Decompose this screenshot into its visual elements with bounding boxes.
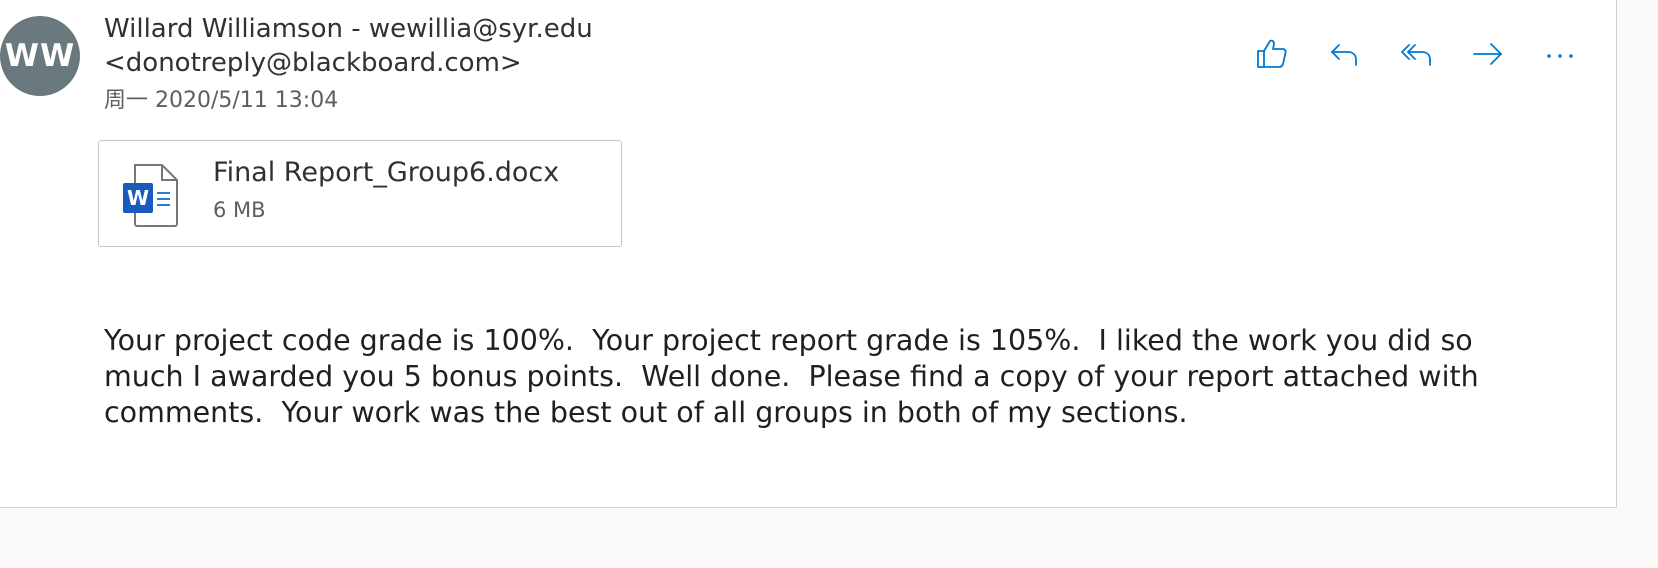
reply-button[interactable] — [1308, 30, 1380, 78]
reply-icon — [1331, 44, 1357, 66]
sender-line[interactable]: Willard Williamson - wewillia@syr.edu <d… — [104, 12, 864, 80]
svg-text:W: W — [127, 186, 149, 210]
forward-button[interactable] — [1452, 30, 1524, 78]
like-button[interactable] — [1236, 30, 1308, 78]
attachment-card[interactable]: W Final Report_Group6.docx 6 MB — [98, 140, 622, 247]
message-card: WW Willard Williamson - wewillia@syr.edu… — [0, 0, 1617, 508]
avatar[interactable]: WW — [0, 16, 80, 96]
attachment-size: 6 MB — [213, 198, 266, 222]
attachment-name: Final Report_Group6.docx — [213, 157, 560, 188]
more-options-button[interactable] — [1524, 30, 1596, 78]
reply-all-icon — [1401, 44, 1431, 66]
message-date: 周一 2020/5/11 13:04 — [104, 88, 339, 113]
thumbs-up-icon — [1257, 39, 1287, 68]
avatar-initials: WW — [4, 38, 76, 74]
more-icon — [1547, 54, 1573, 58]
word-document-icon: W — [123, 164, 178, 227]
message-actions-toolbar — [1236, 30, 1596, 78]
message-body: Your project code grade is 100%. Your pr… — [104, 324, 1488, 429]
forward-icon — [1473, 43, 1502, 65]
reply-all-button[interactable] — [1380, 30, 1452, 78]
